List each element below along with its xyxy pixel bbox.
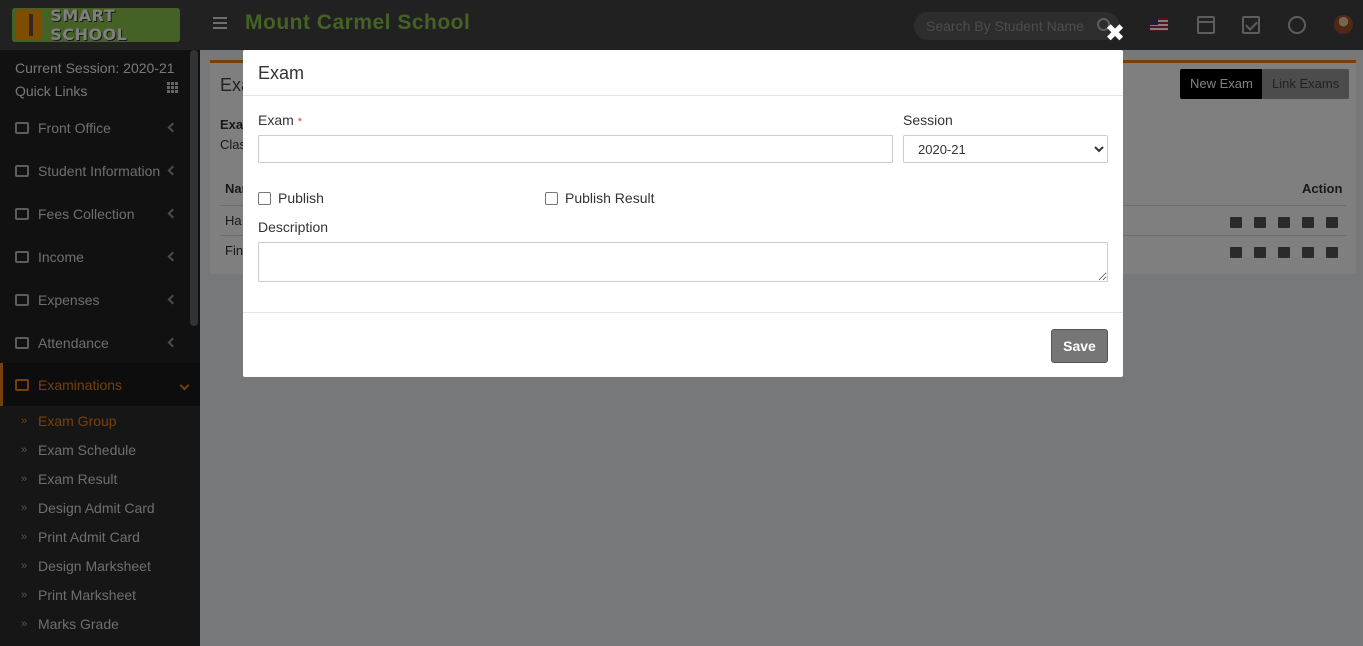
publish-checkbox[interactable]: [258, 191, 271, 205]
exam-field-label: Exam *: [258, 112, 302, 128]
modal-header: Exam: [243, 50, 1123, 96]
description-field-label: Description: [258, 219, 329, 235]
exam-name-input[interactable]: [258, 135, 893, 163]
publish-result-checkbox[interactable]: [545, 191, 558, 205]
session-field-label: Session: [903, 112, 953, 128]
exam-label-text: Exam: [258, 112, 294, 128]
publish-checkbox-row[interactable]: Publish: [258, 190, 324, 206]
publish-result-label: Publish Result: [565, 190, 655, 206]
required-marker: *: [297, 116, 303, 128]
modal-title: Exam: [258, 63, 305, 83]
exam-modal: ✖ Exam Exam * Session 2020-21 Publish Pub…: [243, 22, 1125, 377]
publish-result-checkbox-row[interactable]: Publish Result: [545, 190, 655, 206]
session-select[interactable]: 2020-21: [903, 135, 1108, 163]
close-icon[interactable]: ✖: [1103, 22, 1127, 46]
modal-footer: Save: [243, 312, 1123, 377]
publish-label: Publish: [278, 190, 324, 206]
save-button[interactable]: Save: [1051, 329, 1108, 363]
description-textarea[interactable]: [258, 242, 1108, 282]
